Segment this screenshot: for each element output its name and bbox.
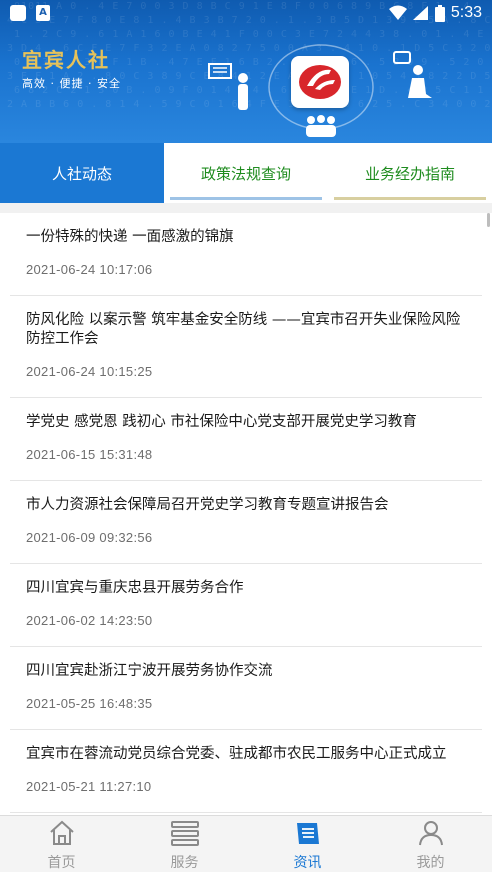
status-time: 5:33 <box>450 4 482 21</box>
tab-guide[interactable]: 业务经办指南 <box>328 143 492 203</box>
news-date: 2021-06-24 10:15:25 <box>26 364 153 379</box>
news-date: 2021-05-25 16:48:35 <box>26 696 153 711</box>
news-list[interactable]: 一份特殊的快递 一面感激的锦旗 2021-06-24 10:17:06 防风化险… <box>0 213 492 815</box>
nav-profile[interactable]: 我的 <box>369 816 492 872</box>
news-date: 2021-06-02 14:23:50 <box>26 613 153 628</box>
user-icon <box>418 820 443 845</box>
list-scrollbar[interactable] <box>487 213 490 227</box>
news-title: 学党史 感党恩 践初心 市社保险中心党支部开展党史学习教育 <box>26 414 417 430</box>
section-divider <box>0 203 492 213</box>
header-banner: 01011 A 0 . 4 E 7 0 0 3 D 8 B C 9 1 E 8 … <box>0 0 492 143</box>
app-notification-icon: A <box>36 5 50 21</box>
nav-profile-label: 我的 <box>416 855 445 871</box>
news-title: 宜宾市在蓉流动党员综合党委、驻成都市农民工服务中心正式成立 <box>26 746 447 762</box>
news-title: 四川宜宾赴浙江宁波开展劳务协作交流 <box>26 663 273 679</box>
home-icon <box>49 820 74 845</box>
list-item[interactable]: 学党史 感党恩 践初心 市社保险中心党支部开展党史学习教育 2021-06-15… <box>0 398 492 481</box>
news-title: 四川宜宾与重庆忠县开展劳务合作 <box>26 580 244 596</box>
tab-news[interactable]: 人社动态 <box>0 143 164 203</box>
list-item[interactable]: 四川宜宾赴浙江宁波开展劳务协作交流 2021-05-25 16:48:35 <box>0 647 492 730</box>
battery-icon <box>434 4 445 22</box>
nav-news[interactable]: 资讯 <box>246 816 369 872</box>
news-date: 2021-05-21 11:27:10 <box>26 779 152 794</box>
person-chat-icon <box>393 51 432 98</box>
tab-guide-label: 业务经办指南 <box>364 164 455 183</box>
brand-title: 宜宾人社 <box>22 48 110 72</box>
person-computer-icon <box>208 63 248 110</box>
nav-services-label: 服务 <box>170 855 199 871</box>
signal-icon <box>412 6 428 20</box>
list-item[interactable]: 市人力资源社会保障局召开党史学习教育专题宣讲报告会 2021-06-09 09:… <box>0 481 492 564</box>
news-date: 2021-06-24 10:17:06 <box>26 262 153 277</box>
wifi-icon <box>388 5 407 20</box>
app-logo <box>291 56 349 108</box>
status-bar: A 5:33 <box>0 0 492 26</box>
brand-block: 宜宾人社 高效 · 便捷 · 安全 <box>22 44 121 91</box>
tab-bar: 人社动态 政策法规查询 业务经办指南 <box>0 143 492 203</box>
tab-policy[interactable]: 政策法规查询 <box>164 143 328 203</box>
bottom-nav: 首页 服务 资讯 我的 <box>0 815 492 872</box>
menu-icon <box>170 820 199 846</box>
brand-subtitle: 高效 · 便捷 · 安全 <box>22 77 121 90</box>
tab-policy-label: 政策法规查询 <box>200 164 291 183</box>
nav-news-label: 资讯 <box>293 855 322 871</box>
list-item[interactable]: 一份特殊的快递 一面感激的锦旗 2021-06-24 10:17:06 <box>0 213 492 296</box>
nav-home-label: 首页 <box>47 855 76 871</box>
notification-icon <box>10 5 26 21</box>
news-icon <box>296 822 319 844</box>
list-item[interactable]: 防风化险 以案示警 筑牢基金安全防线 ——宜宾市召开失业保险风险防控工作会 20… <box>0 296 492 398</box>
news-title: 一份特殊的快递 一面感激的锦旗 <box>26 229 234 245</box>
nav-home[interactable]: 首页 <box>0 816 123 872</box>
tab-news-label: 人社动态 <box>51 164 112 183</box>
list-item[interactable]: 宜宾市在蓉流动党员综合党委、驻成都市农民工服务中心正式成立 2021-05-21… <box>0 730 492 813</box>
news-title: 市人力资源社会保障局召开党史学习教育专题宣讲报告会 <box>26 497 389 513</box>
list-item[interactable]: 四川宜宾与重庆忠县开展劳务合作 2021-06-02 14:23:50 <box>0 564 492 647</box>
tab-policy-underline <box>170 197 322 200</box>
tab-guide-underline <box>334 197 486 200</box>
news-title: 防风化险 以案示警 筑牢基金安全防线 ——宜宾市召开失业保险风险防控工作会 <box>26 312 461 347</box>
people-group-icon <box>306 115 336 137</box>
news-date: 2021-06-15 15:31:48 <box>26 447 153 462</box>
nav-services[interactable]: 服务 <box>123 816 246 872</box>
news-date: 2021-06-09 09:32:56 <box>26 530 153 545</box>
